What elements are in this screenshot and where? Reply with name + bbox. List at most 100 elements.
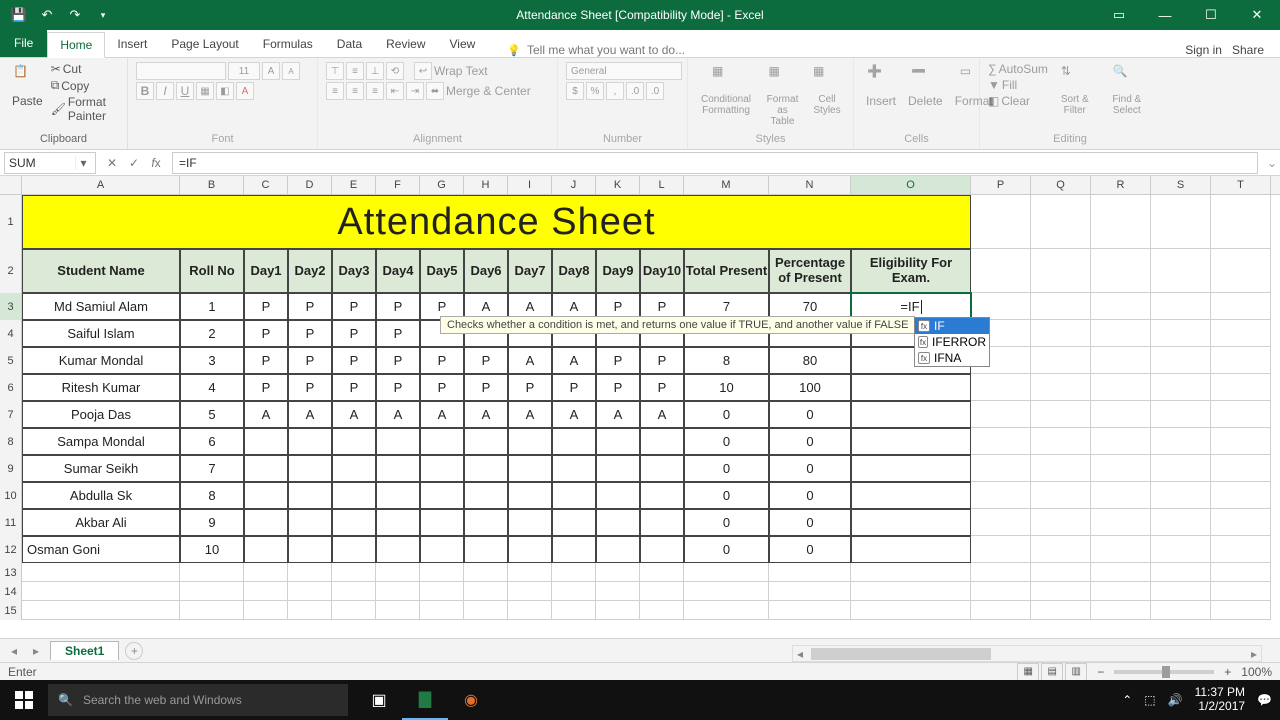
undo-icon[interactable]: ↶ bbox=[34, 2, 60, 28]
name-box[interactable]: SUM▾ bbox=[4, 152, 96, 174]
select-all-corner[interactable] bbox=[0, 176, 22, 194]
empty-cell[interactable] bbox=[464, 601, 508, 620]
day-cell[interactable]: P bbox=[244, 320, 288, 347]
empty-cell[interactable] bbox=[971, 249, 1031, 293]
align-bottom-icon[interactable]: ⊥ bbox=[366, 62, 384, 80]
empty-cell[interactable] bbox=[684, 601, 769, 620]
empty-cell[interactable] bbox=[1211, 482, 1271, 509]
cell-styles-button[interactable]: ▦Cell Styles bbox=[809, 62, 845, 118]
empty-cell[interactable] bbox=[1031, 195, 1091, 249]
empty-cell[interactable] bbox=[596, 563, 640, 582]
percentage-cell[interactable]: 100 bbox=[769, 374, 851, 401]
day-cell[interactable] bbox=[508, 509, 552, 536]
empty-cell[interactable] bbox=[1091, 482, 1151, 509]
roll-cell[interactable]: 9 bbox=[180, 509, 244, 536]
eligibility-cell[interactable] bbox=[851, 509, 971, 536]
empty-cell[interactable] bbox=[1031, 536, 1091, 563]
empty-cell[interactable] bbox=[1151, 401, 1211, 428]
day-cell[interactable]: A bbox=[244, 401, 288, 428]
column-header[interactable]: N bbox=[769, 176, 851, 194]
row-header[interactable]: 5 bbox=[0, 347, 22, 374]
day-cell[interactable] bbox=[244, 455, 288, 482]
day-cell[interactable]: A bbox=[464, 401, 508, 428]
orientation-icon[interactable]: ⟲ bbox=[386, 62, 404, 80]
day-cell[interactable] bbox=[464, 536, 508, 563]
roll-cell[interactable]: 3 bbox=[180, 347, 244, 374]
empty-cell[interactable] bbox=[1211, 536, 1271, 563]
day-cell[interactable] bbox=[376, 509, 420, 536]
font-color-button[interactable]: A bbox=[236, 82, 254, 100]
sort-filter-button[interactable]: ⇅Sort & Filter bbox=[1052, 62, 1098, 118]
zoom-level[interactable]: 100% bbox=[1241, 665, 1272, 679]
empty-cell[interactable] bbox=[971, 195, 1031, 249]
percentage-cell[interactable]: 0 bbox=[769, 428, 851, 455]
empty-cell[interactable] bbox=[464, 563, 508, 582]
empty-cell[interactable] bbox=[1031, 428, 1091, 455]
eligibility-cell[interactable] bbox=[851, 455, 971, 482]
day-cell[interactable]: A bbox=[596, 401, 640, 428]
student-name-cell[interactable]: Saiful Islam bbox=[22, 320, 180, 347]
taskbar-excel-icon[interactable]: ▇ bbox=[402, 680, 448, 720]
empty-cell[interactable] bbox=[640, 582, 684, 601]
task-view-icon[interactable]: ▣ bbox=[356, 680, 402, 720]
autocomplete-item[interactable]: fxIFERROR bbox=[915, 334, 989, 350]
wrap-text-button[interactable]: ↩Wrap Text bbox=[414, 62, 488, 80]
tray-clock[interactable]: 11:37 PM1/2/2017 bbox=[1195, 686, 1245, 714]
day-cell[interactable]: P bbox=[596, 374, 640, 401]
row-header[interactable]: 2 bbox=[0, 249, 22, 293]
day-cell[interactable] bbox=[332, 428, 376, 455]
empty-cell[interactable] bbox=[244, 601, 288, 620]
day-cell[interactable] bbox=[288, 455, 332, 482]
cancel-formula-button[interactable]: ✕ bbox=[102, 156, 122, 170]
fx-button[interactable]: fx bbox=[146, 156, 166, 170]
merge-center-button[interactable]: ⬌Merge & Center bbox=[426, 82, 531, 100]
day-cell[interactable]: A bbox=[508, 347, 552, 374]
column-header[interactable]: S bbox=[1151, 176, 1211, 194]
align-right-icon[interactable]: ≡ bbox=[366, 82, 384, 100]
zoom-in-button[interactable]: + bbox=[1224, 665, 1231, 679]
day-cell[interactable]: P bbox=[420, 347, 464, 374]
eligibility-cell[interactable] bbox=[851, 536, 971, 563]
empty-cell[interactable] bbox=[596, 601, 640, 620]
tab-insert[interactable]: Insert bbox=[105, 31, 159, 57]
column-header[interactable]: L bbox=[640, 176, 684, 194]
empty-cell[interactable] bbox=[1091, 374, 1151, 401]
roll-cell[interactable]: 7 bbox=[180, 455, 244, 482]
empty-cell[interactable] bbox=[1031, 249, 1091, 293]
empty-cell[interactable] bbox=[1031, 509, 1091, 536]
empty-cell[interactable] bbox=[1091, 509, 1151, 536]
empty-cell[interactable] bbox=[332, 582, 376, 601]
fill-color-button[interactable]: ◧ bbox=[216, 82, 234, 100]
day-cell[interactable] bbox=[420, 509, 464, 536]
day-cell[interactable] bbox=[552, 455, 596, 482]
student-name-cell[interactable]: Abdulla Sk bbox=[22, 482, 180, 509]
empty-cell[interactable] bbox=[640, 601, 684, 620]
empty-cell[interactable] bbox=[1151, 509, 1211, 536]
column-header[interactable]: D bbox=[288, 176, 332, 194]
day-cell[interactable]: P bbox=[376, 374, 420, 401]
day-cell[interactable]: P bbox=[552, 374, 596, 401]
horizontal-scrollbar[interactable]: ◂▸ bbox=[792, 645, 1262, 662]
spreadsheet-grid[interactable]: ABCDEFGHIJKLMNOPQRST 1Attendance Sheet2S… bbox=[0, 176, 1280, 644]
empty-cell[interactable] bbox=[288, 582, 332, 601]
day-cell[interactable] bbox=[288, 428, 332, 455]
empty-cell[interactable] bbox=[22, 582, 180, 601]
ribbon-display-icon[interactable]: ▭ bbox=[1096, 0, 1142, 30]
empty-cell[interactable] bbox=[376, 582, 420, 601]
taskbar-search[interactable]: 🔍Search the web and Windows bbox=[48, 684, 348, 716]
empty-cell[interactable] bbox=[22, 601, 180, 620]
empty-cell[interactable] bbox=[1211, 374, 1271, 401]
comma-icon[interactable]: , bbox=[606, 82, 624, 100]
day-cell[interactable] bbox=[244, 536, 288, 563]
align-middle-icon[interactable]: ≡ bbox=[346, 62, 364, 80]
empty-cell[interactable] bbox=[508, 582, 552, 601]
empty-cell[interactable] bbox=[684, 563, 769, 582]
day-cell[interactable] bbox=[332, 536, 376, 563]
empty-cell[interactable] bbox=[971, 428, 1031, 455]
empty-cell[interactable] bbox=[971, 582, 1031, 601]
column-header[interactable]: K bbox=[596, 176, 640, 194]
start-button[interactable] bbox=[0, 680, 48, 720]
day-cell[interactable]: P bbox=[376, 347, 420, 374]
day-cell[interactable]: P bbox=[332, 374, 376, 401]
day-cell[interactable] bbox=[508, 536, 552, 563]
